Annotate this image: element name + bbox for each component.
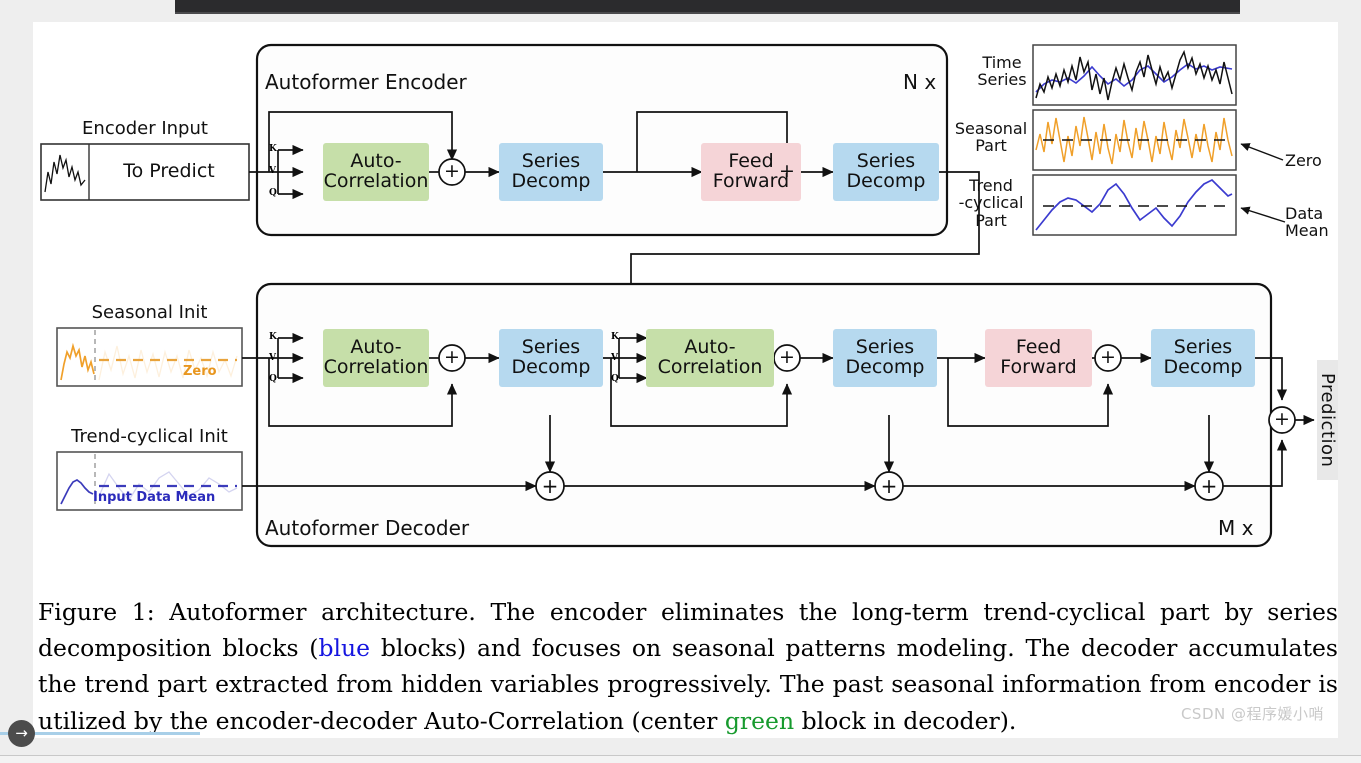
legend-label-time-series: Time Series (977, 53, 1027, 90)
encoder-repeat-label: N x (903, 70, 937, 94)
encoder-title: Autoformer Encoder (265, 70, 467, 94)
viewer-top-bar (175, 0, 1240, 14)
caption-green-word: green (724, 706, 795, 735)
decoder-v-label-1: V (269, 353, 276, 363)
encoder-k-label: K (269, 144, 277, 154)
csdn-watermark: CSDN @程序媛小哨 (1180, 705, 1324, 723)
trend-init-label: Trend-cyclical Init (71, 426, 228, 447)
prediction-output-label: Prediction (1317, 360, 1338, 480)
seasonal-init-label: Seasonal Init (91, 302, 208, 323)
decoder-q-label-2: Q (611, 374, 619, 384)
decoder-q-label-1: Q (269, 374, 277, 384)
caption-suffix: block in decoder). (794, 706, 1017, 735)
encoder-v-label: V (269, 166, 276, 176)
figure-autoformer-architecture: Autoformer Encoder N x Encoder Input To … (33, 22, 1338, 582)
next-page-arrow-icon[interactable]: → (8, 720, 35, 747)
legend-label-trend-cyclical-part: Trend -cyclical Part (958, 176, 1024, 230)
decoder-k-label-2: K (611, 332, 619, 342)
figure-caption: Figure 1: Autoformer architecture. The e… (38, 594, 1338, 739)
decoder-v-label-2: V (611, 353, 618, 363)
document-page: Autoformer Encoder N x Encoder Input To … (33, 22, 1338, 738)
encoder-input-label: Encoder Input (82, 118, 208, 139)
decoder-repeat-label: M x (1218, 516, 1254, 540)
legend-annotation-data-mean: Data Mean (1285, 204, 1329, 241)
viewer-bottom-bar (0, 755, 1361, 763)
legend-annotation-zero: Zero (1285, 151, 1322, 170)
trend-mean-tag: Input Data Mean (93, 490, 216, 505)
decoder-k-label-1: K (269, 332, 277, 342)
seasonal-zero-tag: Zero (183, 364, 217, 379)
decoder-title: Autoformer Decoder (265, 516, 470, 540)
caption-blue-word: blue (318, 634, 371, 663)
legend-label-seasonal-part: Seasonal Part (954, 119, 1028, 156)
encoder-q-label: Q (269, 188, 277, 198)
